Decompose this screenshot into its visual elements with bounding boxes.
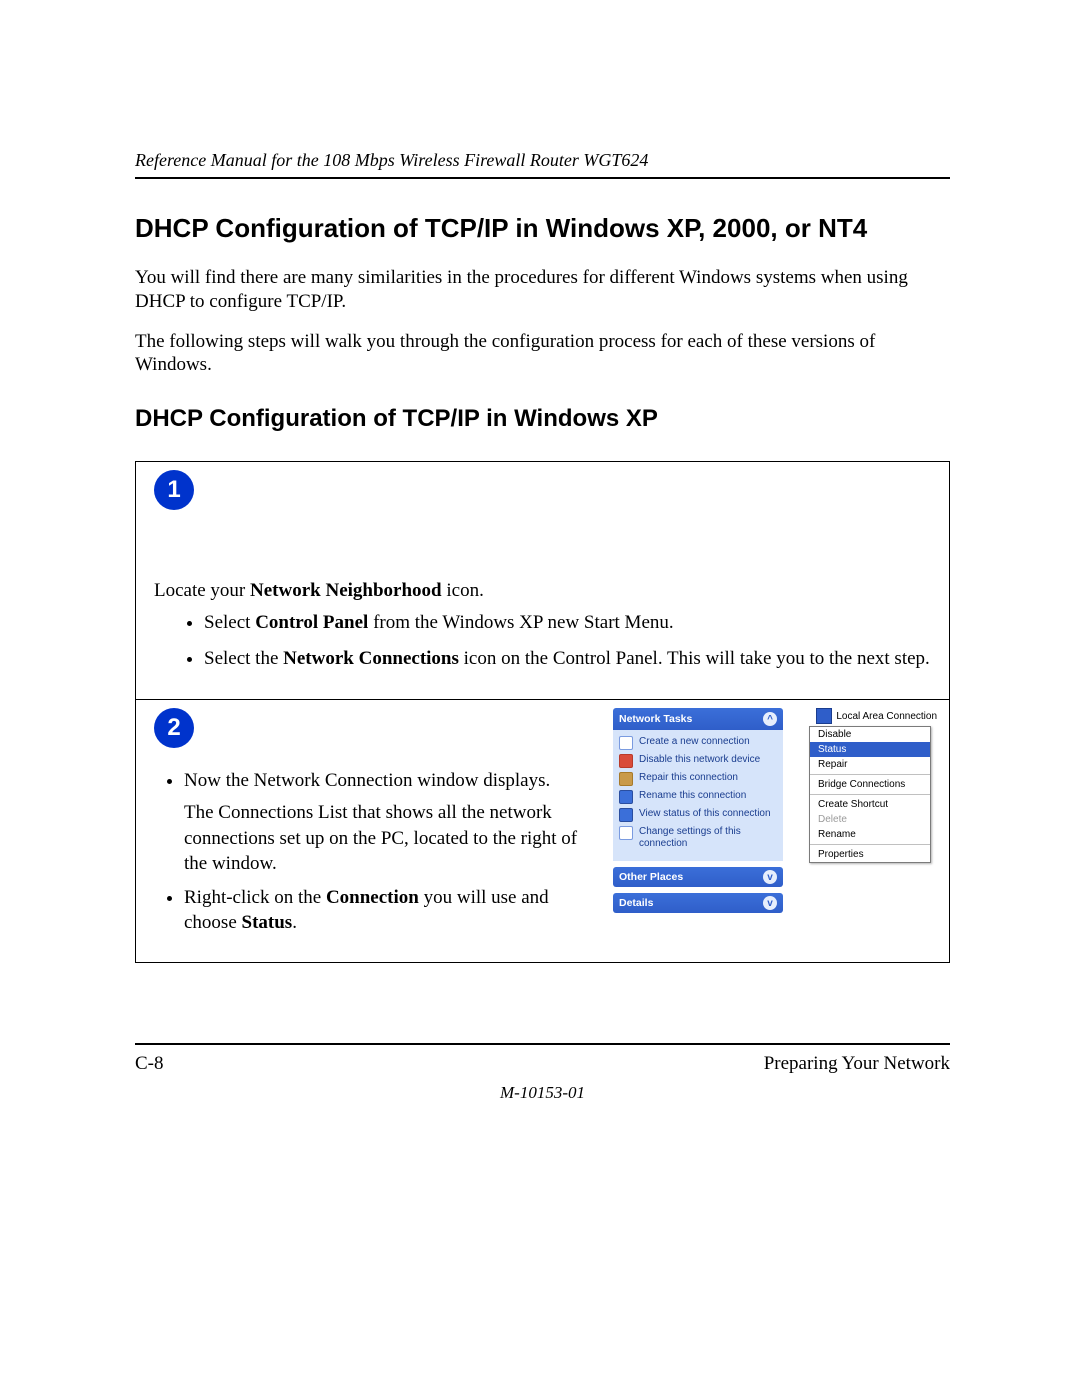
- ctx-properties[interactable]: Properties: [810, 847, 930, 862]
- ctx-rename[interactable]: Rename: [810, 827, 930, 842]
- ctx-shortcut[interactable]: Create Shortcut: [810, 797, 930, 812]
- footer-section-name: Preparing Your Network: [764, 1053, 950, 1075]
- step-2-bullet-1: Now the Network Connection window displa…: [184, 768, 595, 877]
- step-1-cell: 1 Locate your Network Neighborhood icon.…: [136, 462, 950, 700]
- steps-table: 1 Locate your Network Neighborhood icon.…: [135, 461, 950, 963]
- details-header[interactable]: Details v: [613, 893, 783, 913]
- doc-icon: [619, 736, 633, 750]
- page-number: C-8: [135, 1053, 164, 1075]
- subsection-heading: DHCP Configuration of TCP/IP in Windows …: [135, 405, 950, 433]
- expand-icon-2[interactable]: v: [763, 896, 777, 910]
- task-repair[interactable]: Repair this connection: [619, 772, 777, 786]
- task-rename[interactable]: Rename this connection: [619, 790, 777, 804]
- step-2-cell: 2 Now the Network Connection window disp…: [136, 700, 950, 963]
- local-area-connection[interactable]: Local Area Connection: [816, 708, 937, 724]
- connection-column: Local Area Connection Disable Status Rep…: [801, 708, 931, 863]
- network-tasks-body: Create a new connection Disable this net…: [613, 730, 783, 861]
- section-heading: DHCP Configuration of TCP/IP in Windows …: [135, 213, 950, 244]
- collapse-icon[interactable]: ^: [763, 712, 777, 726]
- network-tasks-title: Network Tasks: [619, 713, 692, 725]
- task-view-status[interactable]: View status of this connection: [619, 808, 777, 822]
- task-create-connection[interactable]: Create a new connection: [619, 736, 777, 750]
- step-1-bullets: Select Control Panel from the Windows XP…: [154, 610, 931, 671]
- other-places-header[interactable]: Other Places v: [613, 867, 783, 887]
- step-1-bullet-2: Select the Network Connections icon on t…: [204, 646, 931, 672]
- task-disable-device[interactable]: Disable this network device: [619, 754, 777, 768]
- step-2-badge: 2: [154, 708, 194, 748]
- ctx-bridge[interactable]: Bridge Connections: [810, 777, 930, 792]
- step-2-bullets: Now the Network Connection window displa…: [154, 768, 595, 936]
- step-1-intro: Locate your Network Neighborhood icon.: [154, 580, 931, 602]
- monitor-icon: [619, 808, 633, 822]
- ctx-status[interactable]: Status: [810, 742, 930, 757]
- expand-icon[interactable]: v: [763, 870, 777, 884]
- ctx-repair[interactable]: Repair: [810, 757, 930, 772]
- page-footer: C-8 Preparing Your Network: [135, 1043, 950, 1075]
- intro-paragraph-1: You will find there are many similaritie…: [135, 266, 950, 314]
- step-1-badge: 1: [154, 470, 194, 510]
- connection-icon: [816, 708, 832, 724]
- settings-icon: [619, 826, 633, 840]
- wrench-icon: [619, 772, 633, 786]
- step-1-bullet-1: Select Control Panel from the Windows XP…: [204, 610, 931, 636]
- rename-icon: [619, 790, 633, 804]
- step-2-bullet-2: Right-click on the Connection you will u…: [184, 885, 595, 936]
- disable-icon: [619, 754, 633, 768]
- ctx-disable[interactable]: Disable: [810, 727, 930, 742]
- running-header: Reference Manual for the 108 Mbps Wirele…: [135, 150, 950, 179]
- intro-paragraph-2: The following steps will walk you throug…: [135, 330, 950, 378]
- task-change-settings[interactable]: Change settings of this connection: [619, 826, 777, 849]
- network-tasks-header[interactable]: Network Tasks ^: [613, 708, 783, 730]
- network-tasks-panel: Network Tasks ^ Create a new connection …: [613, 708, 783, 913]
- context-menu: Disable Status Repair Bridge Connections…: [809, 726, 931, 863]
- ctx-delete: Delete: [810, 812, 930, 827]
- document-id: M-10153-01: [135, 1083, 950, 1103]
